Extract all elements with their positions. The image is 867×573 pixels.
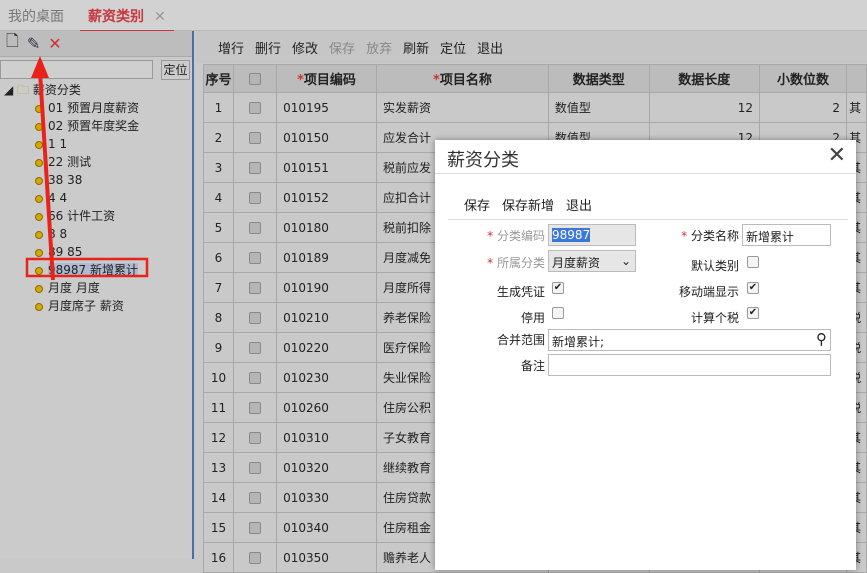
highlight-box xyxy=(25,257,149,278)
arrow-shaft xyxy=(38,71,55,281)
annotation-overlay xyxy=(25,56,149,281)
arrow-head-icon xyxy=(31,56,49,78)
